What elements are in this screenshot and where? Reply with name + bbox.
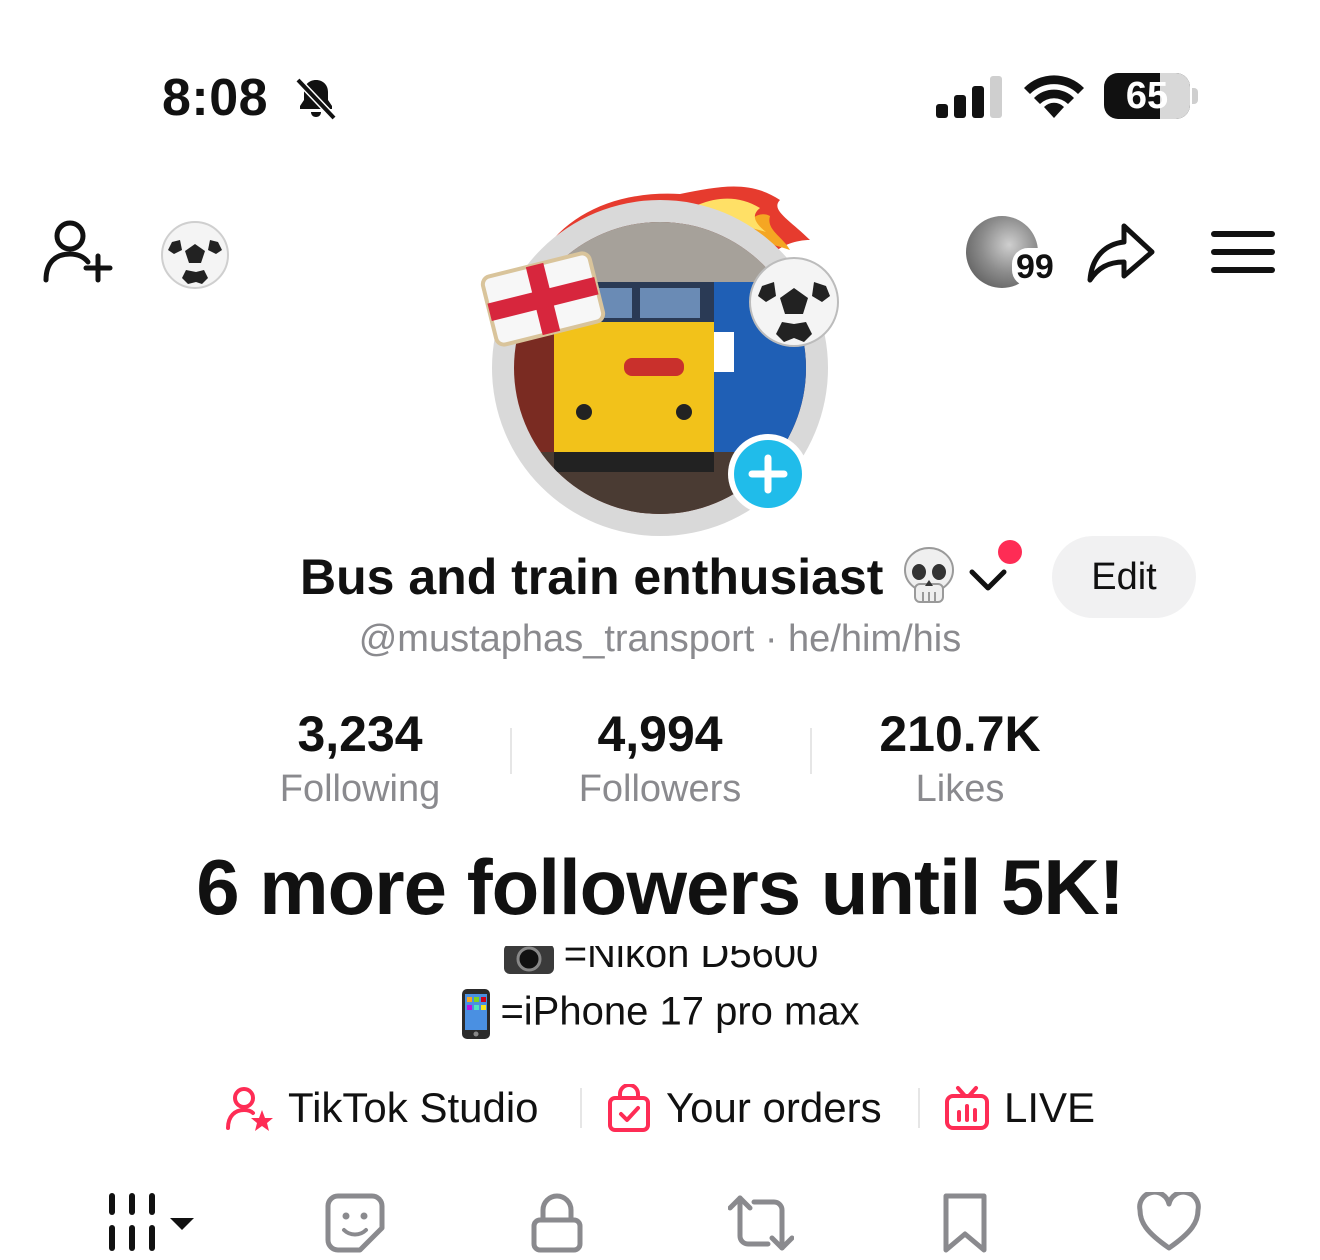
plus-icon bbox=[734, 440, 802, 508]
live-link[interactable]: LIVE bbox=[944, 1080, 1095, 1136]
add-friend-icon[interactable] bbox=[40, 216, 114, 290]
soccer-ball-decoration bbox=[749, 257, 839, 347]
videos-grid-icon bbox=[109, 1193, 194, 1251]
followers-label: Followers bbox=[578, 768, 742, 810]
link-divider bbox=[918, 1088, 920, 1128]
england-flag-icon bbox=[480, 251, 606, 347]
add-photo-button[interactable] bbox=[728, 434, 808, 514]
milestone-text: 6 more followers until 5K! bbox=[196, 843, 1124, 931]
tab-reposts[interactable] bbox=[726, 1192, 796, 1260]
battery-icon: 65 bbox=[1104, 73, 1190, 119]
friend-requests-count: 99 bbox=[1012, 248, 1058, 286]
heart-icon bbox=[1137, 1192, 1201, 1251]
repost-icon bbox=[728, 1195, 794, 1251]
camera-emoji-icon bbox=[503, 946, 554, 975]
tiktok-studio-link[interactable]: TikTok Studio bbox=[226, 1080, 539, 1136]
your-orders-link[interactable]: Your orders bbox=[606, 1080, 882, 1136]
shopping-bag-icon bbox=[608, 1084, 650, 1132]
edit-profile-button[interactable]: Edit bbox=[1052, 536, 1196, 618]
tv-icon bbox=[945, 1086, 989, 1130]
following-count: 3,234 bbox=[297, 706, 423, 762]
tab-liked[interactable] bbox=[1134, 1192, 1204, 1260]
status-time: 8:08 bbox=[162, 69, 269, 127]
stat-likes[interactable]: 210.7K Likes bbox=[810, 706, 1110, 812]
live-label: LIVE bbox=[1004, 1084, 1096, 1131]
tab-favorites[interactable] bbox=[930, 1192, 1000, 1260]
wifi-icon bbox=[1024, 75, 1084, 118]
your-orders-label: Your orders bbox=[666, 1084, 882, 1131]
likes-label: Likes bbox=[915, 768, 1005, 810]
lock-icon bbox=[531, 1193, 583, 1253]
battery-level: 65 bbox=[1125, 75, 1169, 117]
following-label: Following bbox=[279, 768, 441, 810]
cell-signal-icon bbox=[936, 76, 1002, 118]
soccer-ball-icon[interactable] bbox=[160, 220, 230, 290]
stat-following[interactable]: 3,234 Following bbox=[210, 706, 510, 812]
chevron-down-icon[interactable] bbox=[966, 560, 1010, 600]
creator-star-icon bbox=[226, 1087, 273, 1131]
link-divider bbox=[580, 1088, 582, 1128]
tab-stickers[interactable] bbox=[320, 1192, 390, 1260]
sticker-icon bbox=[325, 1193, 385, 1253]
stat-followers[interactable]: 4,994 Followers bbox=[510, 706, 810, 812]
followers-count: 4,994 bbox=[597, 706, 723, 762]
bio-camera-text: =Nikon D5600 bbox=[563, 946, 819, 976]
bio-phone-text: =iPhone 17 pro max bbox=[500, 989, 860, 1034]
notification-dot bbox=[998, 540, 1022, 564]
skull-emoji-icon bbox=[904, 547, 954, 603]
tiktok-studio-label: TikTok Studio bbox=[288, 1084, 539, 1131]
handle-pronouns: @mustaphas_transport · he/him/his bbox=[358, 618, 962, 660]
bell-muted-icon bbox=[295, 77, 337, 121]
hamburger-menu-icon[interactable] bbox=[1208, 220, 1282, 294]
display-name: Bus and train enthusiast bbox=[300, 549, 884, 605]
battery-tip bbox=[1192, 88, 1198, 104]
tab-private[interactable] bbox=[522, 1192, 592, 1260]
bookmark-icon bbox=[943, 1193, 987, 1253]
mobile-phone-emoji-icon bbox=[462, 989, 491, 1039]
bio-line-phone: =iPhone 17 pro max bbox=[0, 988, 1320, 1040]
bio-line-camera: =Nikon D5600 bbox=[0, 946, 1320, 980]
share-icon[interactable] bbox=[1084, 216, 1158, 290]
tab-videos[interactable] bbox=[104, 1192, 204, 1260]
likes-count: 210.7K bbox=[879, 706, 1041, 762]
